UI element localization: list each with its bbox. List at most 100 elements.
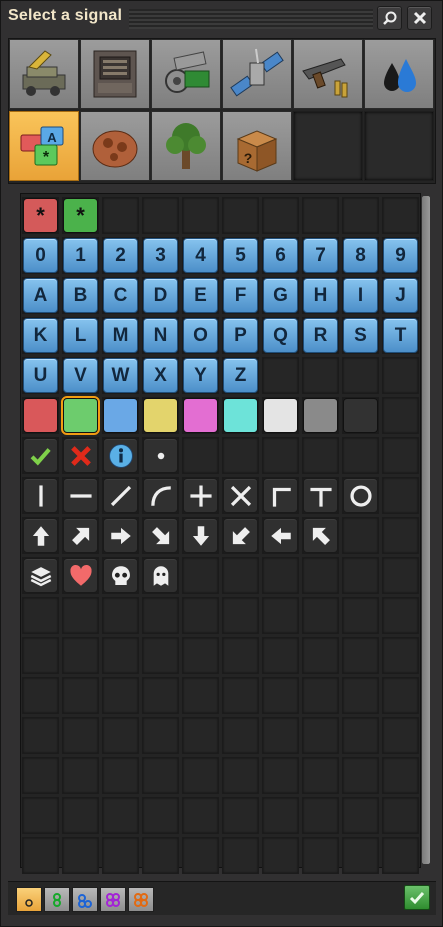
signal-letter[interactable]: N	[143, 318, 178, 353]
title-drag-handle[interactable]	[129, 9, 373, 29]
signal-digit[interactable]: 1	[63, 238, 98, 273]
signal-digit[interactable]: 9	[383, 238, 418, 273]
signal-up-right-arrow[interactable]	[63, 518, 98, 553]
signal-horizontal-line[interactable]	[63, 478, 98, 513]
signal-dot[interactable]	[143, 438, 178, 473]
signal-up-left-arrow[interactable]	[303, 518, 338, 553]
signal-letter[interactable]: Z	[223, 358, 258, 393]
signal-letter[interactable]: J	[383, 278, 418, 313]
signal-letter[interactable]: E	[183, 278, 218, 313]
empty-slot	[102, 197, 139, 234]
signal-letter[interactable]: V	[63, 358, 98, 393]
signal-letter[interactable]: P	[223, 318, 258, 353]
signal-letter[interactable]: X	[143, 358, 178, 393]
signal-vertical-line[interactable]	[23, 478, 58, 513]
empty-slot	[262, 637, 299, 674]
signal-color[interactable]	[103, 398, 138, 433]
fluids-icon	[384, 59, 416, 92]
signal-letter[interactable]: M	[103, 318, 138, 353]
signal-letter[interactable]: Y	[183, 358, 218, 393]
group-tab-combat-space[interactable]	[222, 39, 292, 109]
signal-up-arrow[interactable]	[23, 518, 58, 553]
signal-letter[interactable]: K	[23, 318, 58, 353]
quality-filter-legendary[interactable]	[128, 887, 154, 912]
scrollbar-thumb[interactable]	[422, 196, 430, 864]
signal-color[interactable]	[23, 398, 58, 433]
group-tab-enemies[interactable]	[80, 111, 150, 181]
signal-color[interactable]	[263, 398, 298, 433]
empty-slot	[182, 557, 219, 594]
group-tab-intermediate-products[interactable]	[151, 39, 221, 109]
signal-cross[interactable]	[63, 438, 98, 473]
signal-down-right-arrow[interactable]	[143, 518, 178, 553]
signal-letter[interactable]: T	[383, 318, 418, 353]
group-tab-production[interactable]	[80, 39, 150, 109]
signal-color[interactable]	[143, 398, 178, 433]
quality-filter-rare[interactable]	[72, 887, 98, 912]
signal-diagonal-line[interactable]	[103, 478, 138, 513]
signal-letter[interactable]: U	[23, 358, 58, 393]
empty-slot	[382, 357, 419, 394]
confirm-button[interactable]	[404, 885, 430, 910]
signal-wildcard[interactable]: *	[23, 198, 58, 233]
signal-curve[interactable]	[143, 478, 178, 513]
signal-ghost[interactable]	[143, 558, 178, 593]
signal-digit[interactable]: 3	[143, 238, 178, 273]
quality-filter-normal[interactable]	[16, 887, 42, 912]
signal-label: 9	[395, 244, 406, 266]
signal-x[interactable]	[223, 478, 258, 513]
group-tab-unsorted[interactable]: ?	[222, 111, 292, 181]
quality-filter-uncommon[interactable]	[44, 887, 70, 912]
signal-left-arrow[interactable]	[263, 518, 298, 553]
signal-digit[interactable]: 8	[343, 238, 378, 273]
signal-letter[interactable]: G	[263, 278, 298, 313]
signal-right-arrow[interactable]	[103, 518, 138, 553]
signal-digit[interactable]: 7	[303, 238, 338, 273]
signal-info[interactable]	[103, 438, 138, 473]
empty-slot	[262, 677, 299, 714]
signal-digit[interactable]: 0	[23, 238, 58, 273]
signal-color[interactable]	[303, 398, 338, 433]
signal-letter[interactable]: O	[183, 318, 218, 353]
check-icon	[30, 447, 51, 465]
quality-filter-epic[interactable]	[100, 887, 126, 912]
signal-down-arrow[interactable]	[183, 518, 218, 553]
signal-digit[interactable]: 6	[263, 238, 298, 273]
signal-letter[interactable]: A	[23, 278, 58, 313]
signal-circle[interactable]	[343, 478, 378, 513]
signal-wildcard[interactable]: *	[63, 198, 98, 233]
signal-tee[interactable]	[303, 478, 338, 513]
signal-heart[interactable]	[63, 558, 98, 593]
signal-letter[interactable]: W	[103, 358, 138, 393]
group-tab-environment[interactable]	[151, 111, 221, 181]
signal-color[interactable]	[61, 396, 100, 435]
signal-layers[interactable]	[23, 558, 58, 593]
signal-color[interactable]	[183, 398, 218, 433]
signal-letter[interactable]: S	[343, 318, 378, 353]
signal-letter[interactable]: H	[303, 278, 338, 313]
signal-down-left-arrow[interactable]	[223, 518, 258, 553]
signal-color[interactable]	[223, 398, 258, 433]
signal-letter[interactable]: C	[103, 278, 138, 313]
signal-skull[interactable]	[103, 558, 138, 593]
signal-letter[interactable]: B	[63, 278, 98, 313]
group-tab-logistics[interactable]	[9, 39, 79, 109]
signal-letter[interactable]: L	[63, 318, 98, 353]
signal-letter[interactable]: R	[303, 318, 338, 353]
signal-digit[interactable]: 2	[103, 238, 138, 273]
signal-letter[interactable]: D	[143, 278, 178, 313]
group-tab-combat[interactable]	[293, 39, 363, 109]
group-tab-signals[interactable]: A *	[9, 111, 79, 181]
signal-digit[interactable]: 5	[223, 238, 258, 273]
close-button[interactable]	[407, 6, 432, 30]
signal-letter[interactable]: F	[223, 278, 258, 313]
signal-plus[interactable]	[183, 478, 218, 513]
search-button[interactable]	[377, 6, 402, 30]
signal-corner[interactable]	[263, 478, 298, 513]
group-tab-fluids[interactable]	[364, 39, 434, 109]
signal-digit[interactable]: 4	[183, 238, 218, 273]
signal-letter[interactable]: I	[343, 278, 378, 313]
signal-check[interactable]	[23, 438, 58, 473]
signal-letter[interactable]: Q	[263, 318, 298, 353]
signal-color[interactable]	[343, 398, 378, 433]
